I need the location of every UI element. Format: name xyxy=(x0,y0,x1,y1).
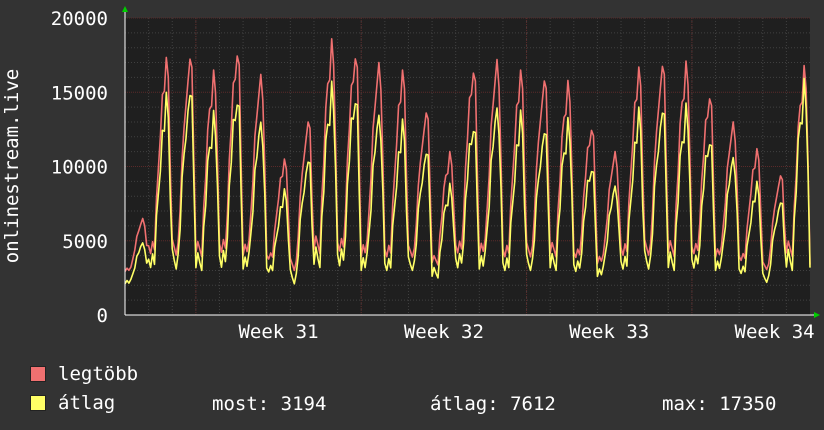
y-tick-label: 5000 xyxy=(62,231,108,253)
y-tick-label: 20000 xyxy=(51,8,108,30)
stat-current: most: 3194 xyxy=(212,393,327,415)
legend-label-max: legtöbb xyxy=(58,363,139,385)
y-tick-label: 15000 xyxy=(51,82,108,104)
stat-average: átlag: 7612 xyxy=(430,393,556,415)
x-tick-label: Week 34 xyxy=(735,321,815,343)
y-axis-arrow-icon xyxy=(122,6,128,12)
x-tick-label: Week 32 xyxy=(404,321,484,343)
y-tick-label: 0 xyxy=(97,305,108,327)
x-tick-label: Week 31 xyxy=(238,321,318,343)
stat-maximum: max: 17350 xyxy=(662,393,777,415)
x-axis-arrow-icon xyxy=(814,312,820,318)
legend-label-avg: átlag xyxy=(58,392,116,414)
legend-swatch-max xyxy=(30,366,46,382)
legend-item-max: legtöbb xyxy=(30,363,139,385)
legend-item-avg: átlag xyxy=(30,392,116,414)
x-tick-label: Week 33 xyxy=(569,321,649,343)
legend-swatch-avg xyxy=(30,395,46,411)
y-tick-label: 10000 xyxy=(51,157,108,179)
y-axis-label: onlinestream.live xyxy=(1,69,23,263)
